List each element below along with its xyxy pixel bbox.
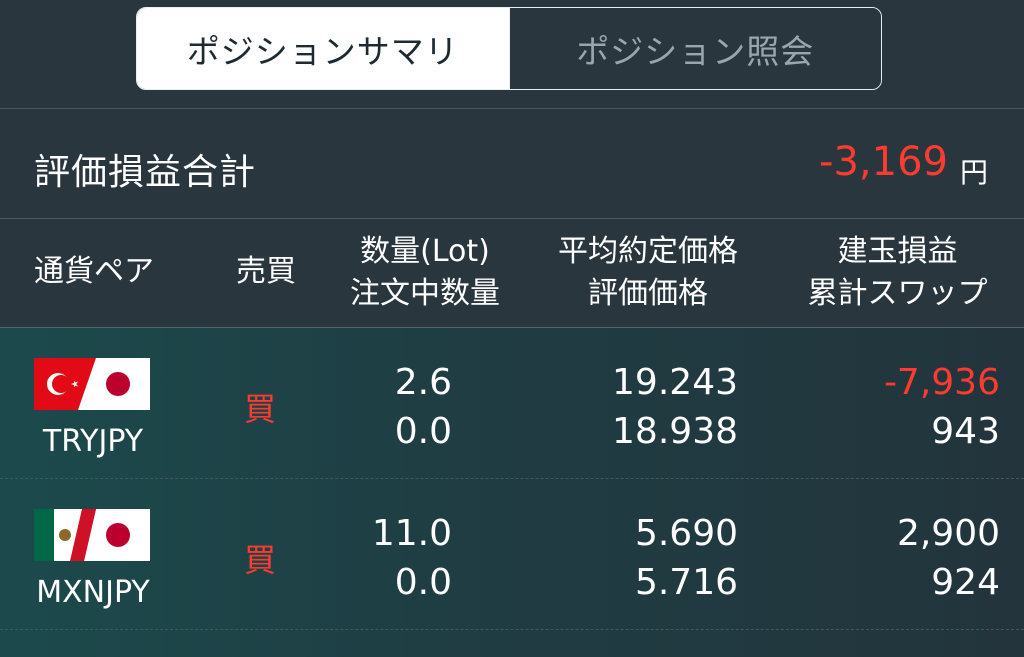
header-pnl-line2: 累計スワップ	[807, 276, 988, 311]
pending-quantity-value: 0.0	[394, 562, 452, 603]
pending-quantity-value: 0.0	[394, 411, 452, 452]
pnl-cell: 2,900 924	[897, 509, 1000, 607]
average-price-value: 19.243	[612, 362, 738, 403]
header-side: 売買	[236, 254, 296, 289]
position-row[interactable]: TRYJPY 買 2.6 0.0 19.243 18.938 -7,936 94…	[0, 328, 1024, 479]
evaluation-price-value: 18.938	[612, 411, 738, 452]
header-pair: 通貨ペア	[34, 254, 154, 289]
total-unrealized-pnl-row: 評価損益合計 -3,169 円	[0, 109, 1024, 219]
price-cell: 5.690 5.716	[635, 509, 738, 607]
price-cell: 19.243 18.938	[612, 358, 738, 456]
swap-value: 924	[931, 562, 1000, 603]
position-pnl-value: 2,900	[896, 513, 1000, 554]
mexico-japan-flag-icon	[34, 509, 150, 561]
header-pnl-line1: 建玉損益	[837, 234, 958, 269]
lot-value: 11.0	[371, 513, 452, 554]
pnl-cell: -7,936 943	[884, 358, 1000, 456]
average-price-value: 5.690	[634, 513, 738, 554]
header-quantity: 数量(Lot) 注文中数量	[330, 231, 520, 315]
total-pnl-unit: 円	[959, 156, 988, 189]
pair-name: TRYJPY	[42, 424, 144, 459]
header-price-line1: 平均約定価格	[558, 234, 738, 269]
pair-name: MXNJPY	[36, 575, 150, 610]
lot-value: 2.6	[394, 362, 452, 403]
total-pnl-label: 評価損益合計	[34, 152, 257, 193]
positions-list: TRYJPY 買 2.6 0.0 19.243 18.938 -7,936 94…	[0, 328, 1024, 657]
side-buy: 買	[244, 541, 277, 579]
evaluation-price-value: 5.716	[634, 562, 738, 603]
header-quantity-line1: 数量(Lot)	[360, 234, 490, 269]
top-bar: ポジションサマリ ポジション照会	[0, 0, 1024, 109]
position-row[interactable]: MXNJPY 買 11.0 0.0 5.690 5.716 2,900 924	[0, 479, 1024, 630]
header-price: 平均約定価格 評価価格	[548, 231, 748, 315]
header-pnl: 建玉損益 累計スワップ	[795, 231, 1000, 315]
turkey-japan-flag-icon	[34, 358, 150, 410]
total-pnl-value: -3,169	[819, 139, 948, 185]
position-pnl-value: -7,936	[883, 362, 1000, 403]
tab-position-summary[interactable]: ポジションサマリ	[137, 8, 509, 89]
segment-control: ポジションサマリ ポジション照会	[136, 7, 882, 90]
tab-position-inquiry[interactable]: ポジション照会	[508, 8, 881, 89]
table-header: 通貨ペア 売買 数量(Lot) 注文中数量 平均約定価格 評価価格 建玉損益 累…	[0, 219, 1024, 328]
header-quantity-line2: 注文中数量	[350, 276, 500, 311]
swap-value: 943	[931, 411, 1000, 452]
quantity-cell: 11.0 0.0	[372, 509, 452, 607]
quantity-cell: 2.6 0.0	[395, 358, 452, 456]
header-price-line2: 評価価格	[588, 276, 708, 311]
side-buy: 買	[244, 390, 277, 428]
